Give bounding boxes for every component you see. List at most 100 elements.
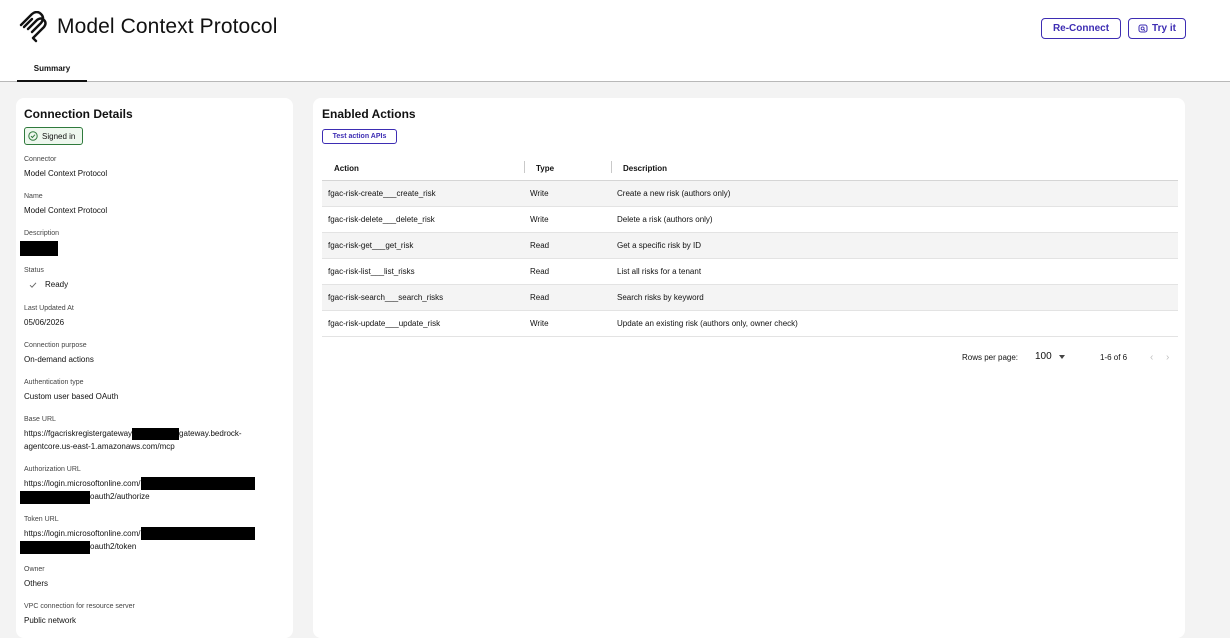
base-url-text-mid: gateway.bedrock- xyxy=(179,429,242,438)
token-url-label: Token URL xyxy=(24,516,59,523)
redacted-block xyxy=(20,540,90,554)
name-field: Name Model Context Protocol xyxy=(24,192,286,217)
token-url-field: Token URL https://login.microsoftonline.… xyxy=(20,515,286,554)
reconnect-label: Re-Connect xyxy=(1052,23,1110,34)
status-value: Ready xyxy=(45,280,69,289)
cell-action: fgac-risk-delete___delete_risk xyxy=(328,215,435,224)
cell-type: Read xyxy=(530,267,550,276)
purpose-value: On-demand actions xyxy=(24,355,94,364)
rows-per-page-value: 100 xyxy=(1035,351,1052,362)
signed-in-label: Signed in xyxy=(42,131,76,141)
check-circle-icon xyxy=(28,131,38,141)
page-range: 1-6 of 6 xyxy=(1100,353,1128,362)
test-action-apis-label: Test action APIs xyxy=(332,133,387,140)
description-field: Description xyxy=(20,229,286,256)
cell-type: Read xyxy=(530,293,550,302)
rows-per-page-label: Rows per page: xyxy=(962,353,1019,362)
base-url-text-end: agentcore.us-east-1.amazonaws.com/mcp xyxy=(24,442,175,451)
auth-type-value: Custom user based OAuth xyxy=(24,392,119,401)
vpc-label: VPC connection for resource server xyxy=(24,603,135,610)
table-body: fgac-risk-create___create_risk Write Cre… xyxy=(322,181,1178,337)
chevron-right-icon[interactable]: › xyxy=(1166,352,1169,363)
column-header-type[interactable]: Type xyxy=(536,164,554,173)
owner-value: Others xyxy=(24,579,49,588)
owner-field: Owner Others xyxy=(24,565,286,590)
connector-label: Connector xyxy=(24,156,57,163)
connection-details-title: Connection Details xyxy=(24,107,133,121)
table-header: Action Type Description xyxy=(322,156,1178,181)
token-url-text-end: oauth2/token xyxy=(90,542,137,552)
cell-action: fgac-risk-update___update_risk xyxy=(328,319,441,328)
chat-search-icon xyxy=(1138,24,1148,32)
tab-bar: Summary xyxy=(0,60,1230,82)
status-field: Status Ready xyxy=(24,266,286,291)
base-url-text-start: https://fgacriskregistergateway xyxy=(24,429,133,438)
try-it-label: Try it xyxy=(1152,23,1176,34)
description-label: Description xyxy=(24,230,60,237)
last-updated-field: Last Updated At 05/06/2026 xyxy=(24,304,286,329)
table-row[interactable]: fgac-risk-update___update_risk Write Upd… xyxy=(322,311,1178,337)
purpose-field: Connection purpose On-demand actions xyxy=(24,341,286,366)
cell-description: List all risks for a tenant xyxy=(617,267,702,276)
column-divider[interactable] xyxy=(611,161,612,173)
authorization-url-text-end: oauth2/authorize xyxy=(90,492,150,502)
signed-in-badge: Signed in xyxy=(24,127,83,145)
vpc-field: VPC connection for resource server Publi… xyxy=(24,602,286,627)
base-url-field: Base URL https://fgacriskregistergateway… xyxy=(24,415,286,453)
name-value: Model Context Protocol xyxy=(24,206,108,215)
cell-type: Write xyxy=(530,319,549,328)
enabled-actions-title: Enabled Actions xyxy=(322,107,416,121)
token-url-text-start: https://login.microsoftonline.com/ xyxy=(24,529,141,538)
last-updated-value: 05/06/2026 xyxy=(24,318,65,327)
redacted-block xyxy=(20,241,58,256)
rows-per-page-select[interactable]: 100 xyxy=(1035,351,1065,362)
cell-description: Search risks by keyword xyxy=(617,293,704,302)
table-row[interactable]: fgac-risk-get___get_risk Read Get a spec… xyxy=(322,233,1178,259)
cell-description: Delete a risk (authors only) xyxy=(617,215,713,224)
column-divider[interactable] xyxy=(524,161,525,173)
cell-action: fgac-risk-list___list_risks xyxy=(328,267,415,276)
name-label: Name xyxy=(24,193,43,200)
status-label: Status xyxy=(24,267,44,274)
authorization-url-field: Authorization URL https://login.microsof… xyxy=(20,465,286,504)
actions-table: Action Type Description fgac-risk-create… xyxy=(322,156,1178,337)
auth-type-field: Authentication type Custom user based OA… xyxy=(24,378,286,403)
vpc-value: Public network xyxy=(24,616,77,625)
table-row[interactable]: fgac-risk-delete___delete_risk Write Del… xyxy=(322,207,1178,233)
base-url-value: https://fgacriskregistergateway gateway.b… xyxy=(24,427,286,453)
table-row[interactable]: fgac-risk-create___create_risk Write Cre… xyxy=(322,181,1178,207)
reconnect-button[interactable]: Re-Connect xyxy=(1041,18,1121,39)
caret-down-icon xyxy=(1058,354,1065,359)
cell-action: fgac-risk-search___search_risks xyxy=(328,293,444,302)
redacted-block xyxy=(132,427,180,440)
column-header-action[interactable]: Action xyxy=(334,164,359,173)
page-title: Model Context Protocol xyxy=(57,15,278,38)
auth-type-label: Authentication type xyxy=(24,379,84,386)
chevron-left-icon[interactable]: ‹ xyxy=(1150,352,1153,363)
authorization-url-text-start: https://login.microsoftonline.com/ xyxy=(24,479,141,488)
column-header-description[interactable]: Description xyxy=(623,164,667,173)
table-row[interactable]: fgac-risk-list___list_risks Read List al… xyxy=(322,259,1178,285)
base-url-label: Base URL xyxy=(24,416,56,423)
pagination: Rows per page: 100 1-6 of 6 ‹ › xyxy=(313,350,1185,366)
top-bar: Model Context Protocol Re-Connect Try it xyxy=(0,0,1230,60)
cell-description: Create a new risk (authors only) xyxy=(617,189,731,198)
tab-summary[interactable]: Summary xyxy=(17,64,87,82)
token-url-value: https://login.microsoftonline.com/ oauth… xyxy=(20,527,286,554)
connection-details-panel: Connection Details Signed in Connector M… xyxy=(16,98,293,638)
connector-field: Connector Model Context Protocol xyxy=(24,155,286,180)
last-updated-label: Last Updated At xyxy=(24,305,74,312)
table-row[interactable]: fgac-risk-search___search_risks Read Sea… xyxy=(322,285,1178,311)
authorization-url-value: https://login.microsoftonline.com/ oauth… xyxy=(20,477,286,504)
try-it-button[interactable]: Try it xyxy=(1128,18,1186,39)
cell-type: Read xyxy=(530,241,550,250)
cell-type: Write xyxy=(530,215,549,224)
connector-value: Model Context Protocol xyxy=(24,169,108,178)
authorization-url-label: Authorization URL xyxy=(24,466,81,473)
redacted-block xyxy=(20,490,90,504)
test-action-apis-button[interactable]: Test action APIs xyxy=(322,129,397,144)
cell-type: Write xyxy=(530,189,549,198)
cell-action: fgac-risk-get___get_risk xyxy=(328,241,414,250)
redacted-block xyxy=(140,527,255,541)
owner-label: Owner xyxy=(24,566,45,573)
